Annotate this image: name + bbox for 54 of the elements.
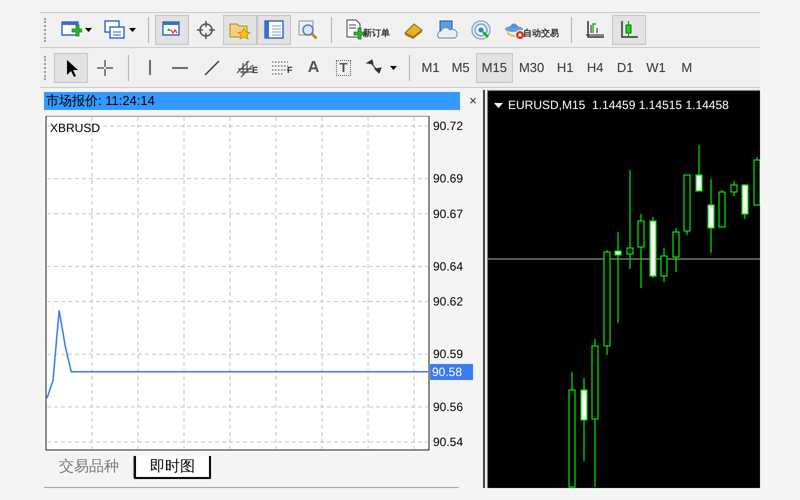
candle xyxy=(741,183,749,220)
candle xyxy=(649,216,657,279)
caret-icon xyxy=(390,66,397,70)
timeframe-button[interactable]: H4 xyxy=(580,52,610,82)
toolbar-button[interactable]: A xyxy=(298,52,329,82)
candle xyxy=(695,144,703,192)
panel-title: 市场报价: 11:24:14 xyxy=(44,92,460,110)
current-price-label: 90.58 xyxy=(430,364,473,380)
timeframe-button[interactable]: M1 xyxy=(416,52,446,82)
chart-title: EURUSD,M15 1.14459 1.14515 1.14458 xyxy=(508,97,729,114)
vertical-line-icon xyxy=(149,60,151,75)
dropdown-arrow-icon[interactable] xyxy=(494,102,503,108)
symbol-label: XBRUSD xyxy=(50,120,100,137)
candle xyxy=(683,174,691,236)
tab[interactable]: 即时图 xyxy=(134,456,211,479)
timeframe-button[interactable]: M30 xyxy=(512,52,550,82)
timeframe-button[interactable]: D1 xyxy=(610,52,640,82)
caret-icon xyxy=(85,28,92,32)
candle xyxy=(730,180,738,197)
crosshair-icon xyxy=(195,19,217,41)
drag-handle[interactable] xyxy=(44,56,48,80)
timeframe-button[interactable]: M5 xyxy=(446,52,476,82)
horizontal-line-icon xyxy=(172,66,188,68)
magnifier-icon xyxy=(297,19,319,41)
toolbar-button[interactable]: T xyxy=(328,52,359,82)
timeframe-button[interactable]: W1 xyxy=(640,52,672,82)
cloud-computer-icon xyxy=(436,19,458,41)
axis-tick-label: 90.72 xyxy=(433,119,464,133)
candle xyxy=(660,247,668,283)
caret-icon xyxy=(129,28,136,32)
timeframe-button[interactable]: H1 xyxy=(550,52,580,82)
toolbar-button[interactable] xyxy=(612,15,646,45)
axis-tick-label: 90.62 xyxy=(433,294,464,309)
close-button[interactable]: × xyxy=(465,93,481,109)
toolbar-button[interactable]: 新订单 xyxy=(338,15,396,45)
toolbar-button[interactable]: E xyxy=(229,52,264,82)
axis-tick-label: 90.59 xyxy=(433,347,464,362)
axis-tick-label: 90.67 xyxy=(433,206,464,221)
toolbar-button[interactable]: 自动交易 xyxy=(498,15,565,45)
signal-icon xyxy=(470,19,492,41)
line-chart-icon xyxy=(584,19,606,41)
candle xyxy=(672,227,680,273)
drag-handle[interactable] xyxy=(44,18,48,42)
candle xyxy=(718,189,726,228)
timeframe-button[interactable]: M15 xyxy=(476,52,513,82)
timeframe-button[interactable]: M xyxy=(672,52,702,82)
windows-icon xyxy=(104,19,126,41)
axis-tick-label: 90.54 xyxy=(433,435,464,449)
list-window-icon xyxy=(263,19,285,41)
toolbar-button[interactable]: F xyxy=(264,52,299,82)
axis-tick-label: 90.64 xyxy=(433,259,464,274)
axis-tick-label: 90.56 xyxy=(433,400,464,414)
axis-tick-label: 90.69 xyxy=(433,172,464,186)
toolbar-button[interactable] xyxy=(54,52,88,82)
